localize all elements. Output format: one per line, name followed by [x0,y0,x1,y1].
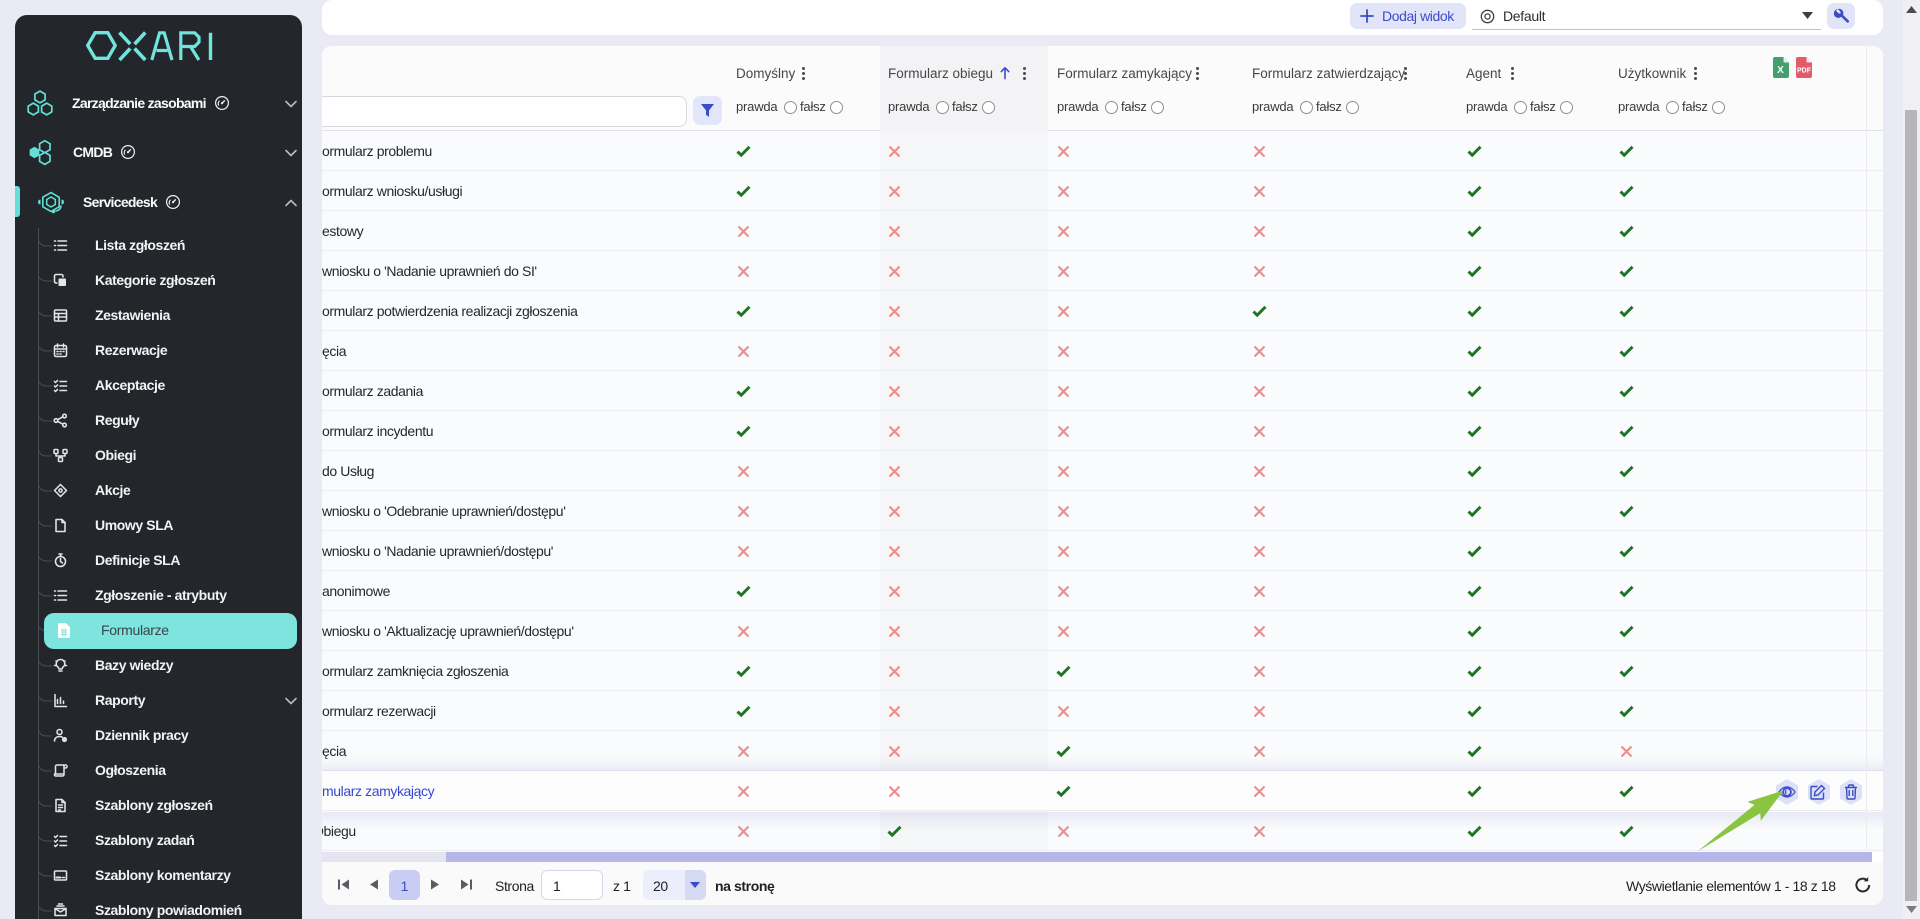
svg-text:X: X [1777,65,1784,76]
svg-text:PDF: PDF [1797,68,1812,75]
